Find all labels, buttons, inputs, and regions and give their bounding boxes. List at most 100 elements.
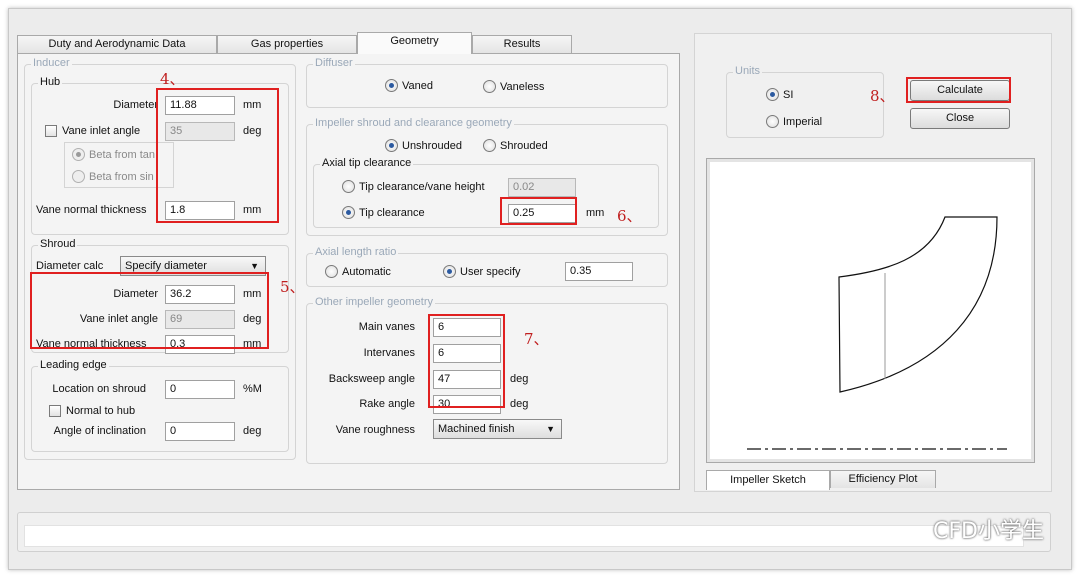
user-specify-radio[interactable] (443, 265, 456, 278)
vaned-label: Vaned (402, 80, 433, 92)
unshrouded-label: Unshrouded (402, 140, 462, 152)
close-button[interactable]: Close (910, 108, 1010, 129)
user-specify-label: User specify (460, 266, 521, 278)
axial-tip-clearance-title: Axial tip clearance (320, 157, 414, 169)
automatic-radio[interactable] (325, 265, 338, 278)
diameter-calc-select[interactable]: Specify diameter ▼ (120, 256, 266, 276)
geometry-tab-panel: Inducer Hub Diameter 11.88 mm Vane inlet… (17, 53, 680, 490)
hub-diameter-input[interactable]: 11.88 (165, 96, 235, 115)
tip-vane-height-radio[interactable] (342, 180, 355, 193)
vane-roughness-select[interactable]: Machined finish ▼ (433, 419, 562, 439)
shroud-diameter-unit: mm (243, 288, 262, 300)
inducer-title: Inducer (31, 57, 72, 69)
shroud-diameter-label: Diameter (113, 288, 158, 300)
hub-diameter-unit: mm (243, 99, 262, 111)
hub-vane-thickness-input[interactable]: 1.8 (165, 201, 235, 220)
hub-vane-thickness-unit: mm (243, 204, 262, 216)
beta-sin-radio[interactable] (72, 170, 85, 183)
status-field (24, 525, 1024, 547)
rake-angle-label: Rake angle (359, 398, 415, 410)
annotation-4: 4、 (160, 70, 185, 88)
tab-duty-aerodynamic[interactable]: Duty and Aerodynamic Data (17, 35, 217, 53)
shrouded-radio[interactable] (483, 139, 496, 152)
axial-tip-clearance-group: Axial tip clearance Tip clearance/vane h… (313, 157, 659, 228)
diffuser-group: Diffuser Vaned Vaneless (306, 57, 668, 108)
rake-angle-input[interactable]: 30 (433, 395, 501, 414)
hub-title: Hub (38, 76, 63, 88)
backsweep-input[interactable]: 47 (433, 370, 501, 389)
tip-clearance-label: Tip clearance (359, 207, 425, 219)
units-title: Units (733, 65, 763, 77)
shroud-vane-thickness-label: Vane normal thickness (36, 338, 147, 350)
automatic-label: Automatic (342, 266, 391, 278)
hub-group: Hub Diameter 11.88 mm Vane inlet angle 3… (31, 76, 289, 235)
beta-tan-label: Beta from tan (89, 149, 156, 161)
main-vanes-input[interactable]: 6 (433, 318, 501, 337)
shroud-vane-inlet-angle-input[interactable]: 69 (165, 310, 235, 329)
tab-efficiency-plot[interactable]: Efficiency Plot (830, 470, 936, 488)
backsweep-label: Backsweep angle (328, 373, 415, 385)
rake-angle-unit: deg (510, 398, 529, 410)
diameter-calc-label: Diameter calc (36, 260, 104, 272)
tab-geometry[interactable]: Geometry (357, 32, 472, 54)
vaned-radio[interactable] (385, 79, 398, 92)
shroud-vane-inlet-angle-label: Vane inlet angle (79, 313, 158, 325)
tab-impeller-sketch[interactable]: Impeller Sketch (706, 470, 830, 490)
normal-to-hub-checkbox[interactable] (49, 405, 61, 417)
si-label: SI (783, 89, 794, 101)
si-radio[interactable] (766, 88, 779, 101)
vaneless-label: Vaneless (500, 81, 545, 93)
vane-roughness-label: Vane roughness (335, 424, 415, 436)
angle-inclination-label: Angle of inclination (53, 425, 146, 437)
axial-length-title: Axial length ratio (313, 246, 399, 258)
main-vanes-label: Main vanes (358, 321, 415, 333)
tip-vane-height-input[interactable]: 0.02 (508, 178, 576, 197)
shroud-group: Shroud Diameter calc Specify diameter ▼ … (31, 238, 289, 354)
unshrouded-radio[interactable] (385, 139, 398, 152)
intervanes-label: Intervanes (363, 347, 415, 359)
hub-vane-thickness-label: Vane normal thickness (36, 204, 147, 216)
shrouded-label: Shrouded (500, 140, 548, 152)
shroud-clearance-group: Impeller shroud and clearance geometry U… (306, 117, 668, 236)
chevron-down-icon: ▼ (546, 424, 555, 434)
shroud-title: Shroud (38, 238, 78, 250)
angle-inclination-unit: deg (243, 425, 262, 437)
impeller-sketch-drawing (747, 216, 1007, 450)
tab-gas-properties[interactable]: Gas properties (217, 35, 357, 53)
shroud-diameter-input[interactable]: 36.2 (165, 285, 235, 304)
calculate-button[interactable]: Calculate (910, 80, 1010, 101)
hub-vane-inlet-angle-checkbox[interactable] (45, 125, 57, 137)
chevron-down-icon: ▼ (250, 261, 259, 271)
hub-vane-inlet-angle-unit: deg (243, 125, 262, 137)
beta-tan-radio[interactable] (72, 148, 85, 161)
axial-length-input[interactable]: 0.35 (565, 262, 633, 281)
annotation-8: 8、 (870, 87, 895, 105)
intervanes-input[interactable]: 6 (433, 344, 501, 363)
shroud-clearance-title: Impeller shroud and clearance geometry (313, 117, 514, 129)
tip-clearance-input[interactable]: 0.25 (508, 204, 576, 223)
impeller-sketch-canvas (706, 158, 1035, 463)
hub-vane-inlet-angle-label: Vane inlet angle (62, 125, 141, 137)
location-on-shroud-label: Location on shroud (52, 383, 146, 395)
status-bar (17, 512, 1051, 552)
vaneless-radio[interactable] (483, 80, 496, 93)
hub-diameter-label: Diameter (113, 99, 158, 111)
imperial-radio[interactable] (766, 115, 779, 128)
tab-results[interactable]: Results (472, 35, 572, 53)
shroud-vane-thickness-input[interactable]: 0.3 (165, 335, 235, 354)
axial-length-group: Axial length ratio Automatic User specif… (306, 246, 668, 287)
normal-to-hub-label: Normal to hub (66, 405, 136, 417)
shroud-vane-thickness-unit: mm (243, 338, 262, 350)
imperial-label: Imperial (783, 116, 823, 128)
location-on-shroud-input[interactable]: 0 (165, 380, 235, 399)
location-on-shroud-unit: %M (243, 383, 262, 395)
annotation-5: 5、 (280, 278, 305, 296)
units-group: Units SI Imperial (726, 65, 884, 138)
tip-clearance-radio[interactable] (342, 206, 355, 219)
leading-edge-title: Leading edge (38, 359, 109, 371)
hub-vane-inlet-angle-input[interactable]: 35 (165, 122, 235, 141)
angle-inclination-input[interactable]: 0 (165, 422, 235, 441)
annotation-6: 6、 (617, 207, 642, 225)
leading-edge-group: Leading edge Location on shroud 0 %M Nor… (31, 359, 289, 452)
shroud-vane-inlet-angle-unit: deg (243, 313, 262, 325)
